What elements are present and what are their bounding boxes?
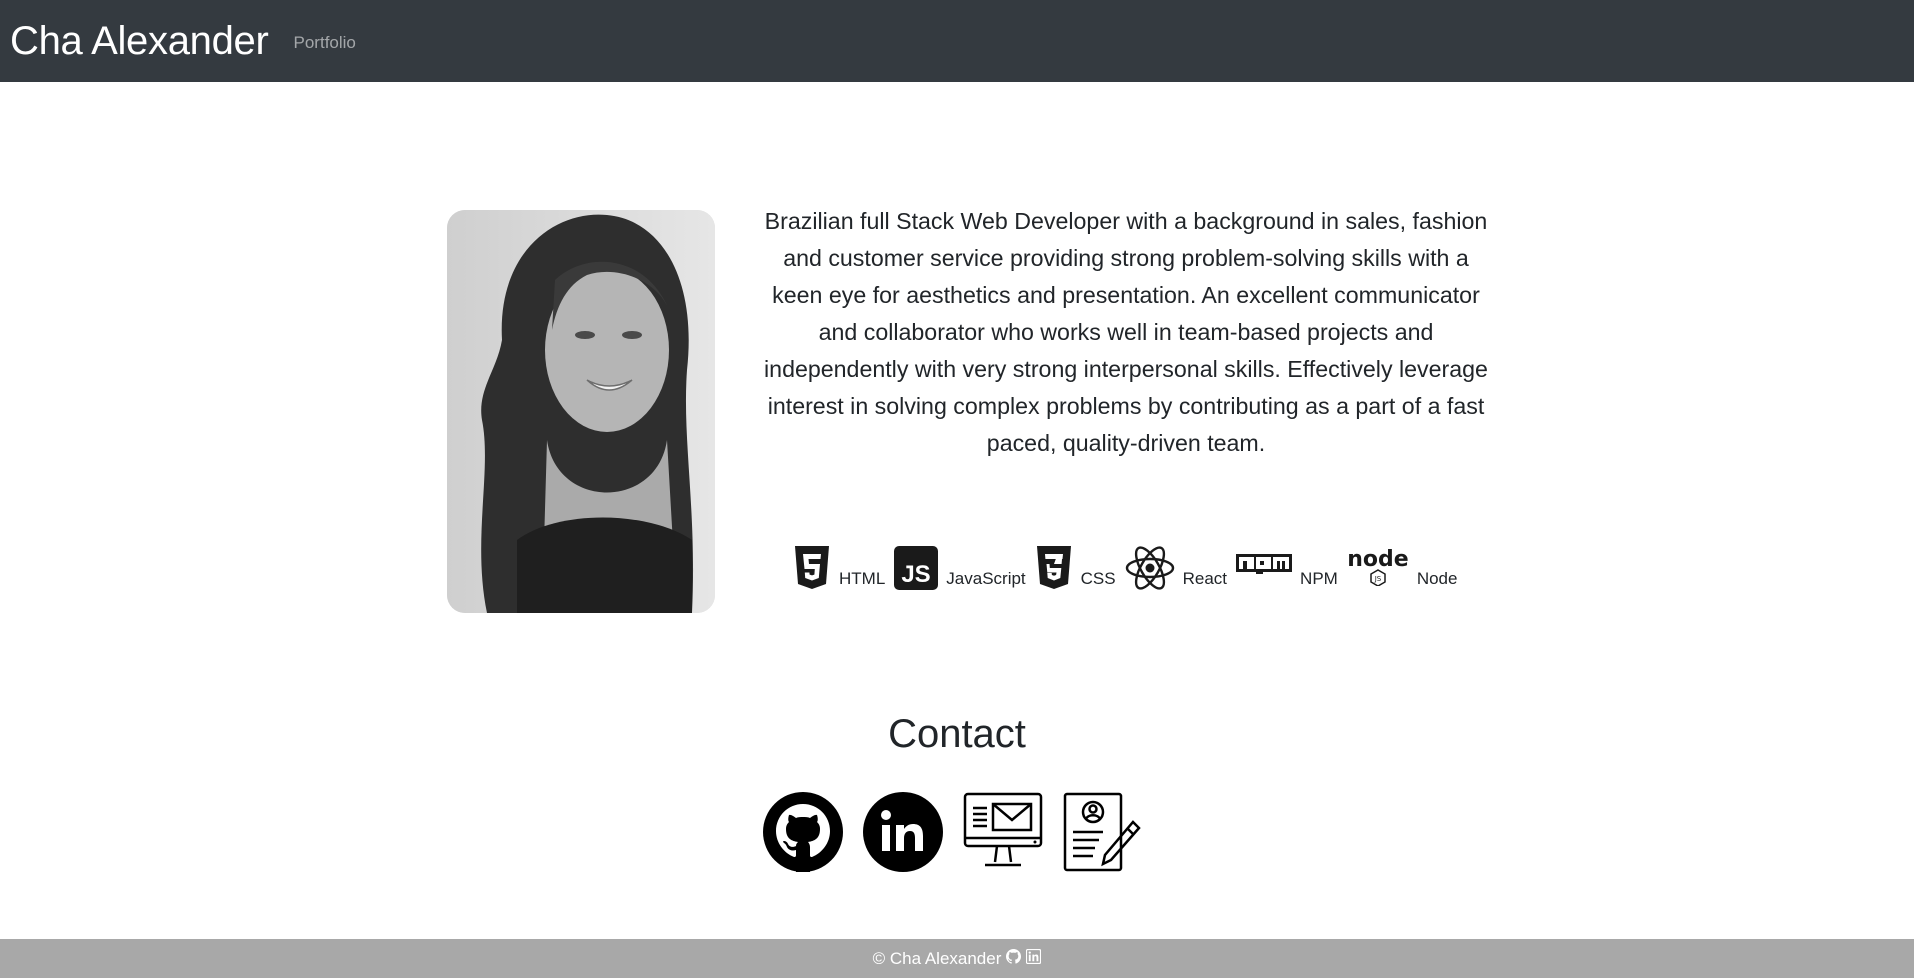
react-icon (1125, 546, 1174, 590)
skills-list: HTML JS JavaScript CSS React NPM node JS… (793, 540, 1466, 590)
resume-icon (1063, 792, 1141, 872)
skill-label-react: React (1182, 569, 1228, 588)
node-icon: node JS (1347, 547, 1409, 586)
html5-icon (795, 546, 829, 589)
email-link[interactable] (963, 792, 1043, 872)
npm-icon (1236, 554, 1293, 574)
footer-linkedin-link[interactable] (1026, 948, 1042, 969)
skill-react: React (1125, 546, 1227, 590)
email-icon (963, 792, 1043, 867)
svg-text:node: node (1347, 547, 1408, 572)
skill-label-javascript: JavaScript (946, 569, 1026, 588)
skill-css: CSS (1035, 546, 1116, 590)
svg-text:JS: JS (902, 561, 931, 588)
footer: © Cha Alexander (0, 939, 1914, 978)
footer-copyright: © Cha Alexander (872, 948, 1002, 968)
javascript-icon: JS (894, 546, 939, 590)
profile-photo (447, 210, 715, 613)
nav-link-portfolio[interactable]: Portfolio (294, 33, 356, 53)
contact-title: Contact (888, 712, 1026, 756)
skill-label-node: Node (1416, 569, 1458, 588)
github-icon (763, 792, 843, 872)
resume-link[interactable] (1063, 792, 1143, 872)
skill-node: node JS Node (1347, 546, 1458, 590)
footer-github-link[interactable] (1006, 948, 1022, 969)
bio-text: Brazilian full Stack Web Developer with … (764, 208, 1488, 456)
css3-icon (1036, 546, 1071, 589)
skill-label-html: HTML (839, 569, 886, 588)
navbar: Cha Alexander Portfolio (0, 0, 1914, 82)
svg-text:JS: JS (1374, 575, 1382, 583)
github-link[interactable] (763, 792, 843, 872)
linkedin-icon (863, 792, 943, 872)
skill-npm: NPM (1236, 554, 1338, 590)
skill-label-npm: NPM (1300, 569, 1338, 588)
linkedin-link[interactable] (863, 792, 943, 872)
github-icon (1006, 948, 1022, 964)
contact-links (763, 792, 1143, 872)
brand-link[interactable]: Cha Alexander (10, 21, 269, 61)
linkedin-icon (1026, 948, 1042, 964)
skill-html: HTML (793, 546, 885, 590)
skill-label-css: CSS (1080, 569, 1116, 588)
skill-javascript: JS JavaScript (894, 546, 1026, 590)
